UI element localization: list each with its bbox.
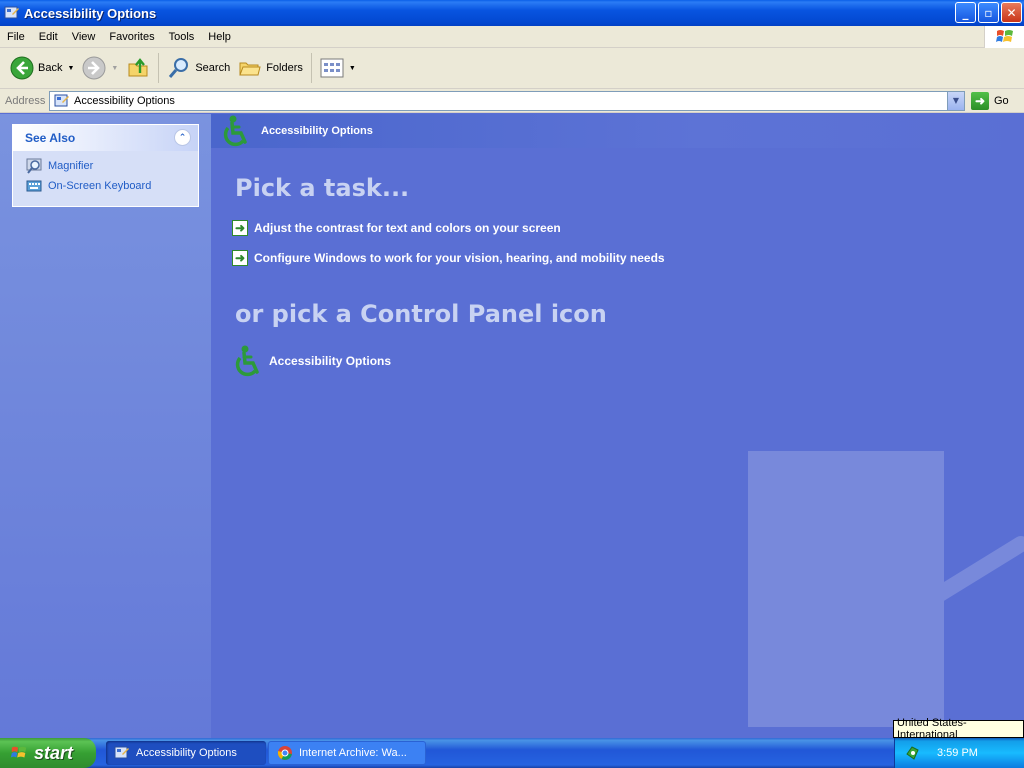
taskbar-item-label: Internet Archive: Wa... [299,747,407,759]
title-bar: Accessibility Options _ ▫ ✕ [0,0,1024,26]
go-arrow-icon: ➜ [971,91,989,110]
see-also-link-label: On-Screen Keyboard [48,180,152,192]
pick-icon-heading: or pick a Control Panel icon [235,300,607,328]
taskbar-item-internet-archive[interactable]: Internet Archive: Wa... [268,741,426,765]
folders-label: Folders [266,62,303,74]
address-input[interactable]: Accessibility Options ▼ [49,90,965,111]
main-pane: Accessibility Options Pick a task... ➜ A… [211,114,1024,738]
up-folder-icon [128,58,148,77]
menu-favorites[interactable]: Favorites [102,31,161,43]
start-label: start [34,742,74,763]
address-bar: Address Accessibility Options ▼ ➜ Go [0,89,1024,113]
minimize-button[interactable]: _ [955,2,976,23]
forward-arrow-icon [82,56,106,80]
restore-icon: ▫ [984,5,993,20]
minimize-icon: _ [962,5,969,20]
language-tooltip: United States-International [893,717,1024,741]
forward-button[interactable]: ▼ [78,51,122,85]
menu-help[interactable]: Help [201,31,238,43]
see-also-link-label: Magnifier [48,160,94,172]
control-panel-icon [54,94,69,106]
views-button[interactable]: ▼ [316,51,360,85]
control-panel-icon [114,746,129,759]
menu-view[interactable]: View [65,31,103,43]
toolbar-separator [158,53,160,83]
pick-task-heading: Pick a task... [235,174,410,202]
checklist-watermark-icon [748,451,1024,727]
address-label: Address [5,94,46,107]
search-icon [169,58,189,78]
clock[interactable]: 3:59 PM [937,747,978,759]
close-button[interactable]: ✕ [1001,2,1022,23]
task-label: Configure Windows to work for your visio… [254,251,665,265]
control-panel-icon [4,6,19,19]
start-button[interactable]: start [0,738,96,768]
forward-dropdown-icon[interactable]: ▼ [111,65,118,72]
menu-tools[interactable]: Tools [162,31,202,43]
category-header-title: Accessibility Options [261,125,373,137]
back-arrow-icon [10,56,34,80]
task-label: Adjust the contrast for text and colors … [254,221,561,235]
system-tray: 3:59 PM [894,738,1024,768]
task-adjust-contrast[interactable]: ➜ Adjust the contrast for text and color… [232,220,561,236]
see-also-header[interactable]: See Also ⌃ [13,125,198,151]
folders-button[interactable]: Folders [234,51,307,85]
chevron-up-icon: ⌃ [178,132,187,143]
taskbar-item-label: Accessibility Options [136,747,237,759]
menu-edit[interactable]: Edit [32,31,65,43]
see-also-panel: See Also ⌃ Magnifier On-Screen Keyboard [12,124,199,207]
close-icon: ✕ [1006,5,1017,20]
menu-file[interactable]: File [0,31,32,43]
back-button[interactable]: Back ▼ [6,51,78,85]
maximize-button[interactable]: ▫ [978,2,999,23]
accessibility-icon [235,345,259,377]
keyboard-icon [26,180,42,192]
task-arrow-icon: ➜ [232,250,248,266]
back-dropdown-icon[interactable]: ▼ [67,65,74,72]
network-icon[interactable] [905,745,921,761]
see-also-link-magnifier[interactable]: Magnifier [13,156,198,176]
windows-flag-icon [995,30,1013,42]
back-label: Back [38,62,63,74]
taskbar: start Accessibility Options Internet Arc… [0,738,1024,768]
accessibility-icon [223,115,247,147]
toolbar-separator [310,53,312,83]
chrome-icon [277,746,292,760]
toolbar: Back ▼ ▼ Search Folders ▼ [0,48,1024,89]
views-dropdown-icon[interactable]: ▼ [349,65,356,72]
chevron-down-icon: ▼ [952,96,960,105]
task-arrow-icon: ➜ [232,220,248,236]
windows-logo [984,26,1024,48]
left-task-pane: See Also ⌃ Magnifier On-Screen Keyboard [0,114,211,738]
windows-flag-icon [10,746,27,758]
up-folder-button[interactable] [122,51,154,85]
control-panel-icon-label: Accessibility Options [269,354,392,368]
address-value: Accessibility Options [74,94,175,107]
collapse-button[interactable]: ⌃ [174,129,191,146]
address-dropdown-button[interactable]: ▼ [947,91,964,110]
see-also-title: See Also [25,131,76,145]
window-title: Accessibility Options [24,5,157,21]
search-button[interactable]: Search [163,51,234,85]
task-configure-windows[interactable]: ➜ Configure Windows to work for your vis… [232,250,665,266]
menu-bar: File Edit View Favorites Tools Help [0,26,1024,48]
go-button[interactable]: ➜ Go [971,91,1009,110]
category-header: Accessibility Options [211,114,1024,148]
folders-icon [239,62,261,76]
search-label: Search [195,62,231,74]
see-also-link-onscreen-keyboard[interactable]: On-Screen Keyboard [13,176,198,196]
go-label: Go [994,94,1009,107]
taskbar-item-accessibility-options[interactable]: Accessibility Options [106,741,266,765]
views-icon [320,58,344,78]
control-panel-icon-accessibility-options[interactable]: Accessibility Options [231,344,391,378]
magnifier-icon [26,158,42,174]
